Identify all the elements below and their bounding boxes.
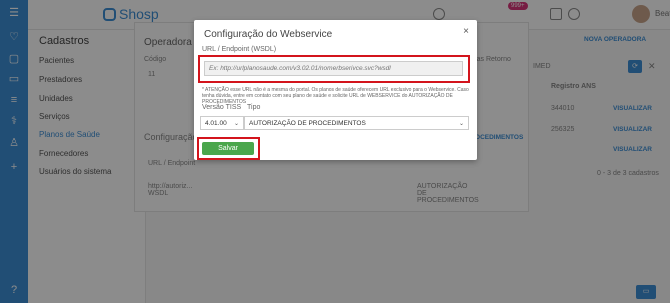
versao-tiss-value: 4.01.00 [205,120,227,127]
save-highlight-box: Salvar [197,137,260,160]
tipo-select[interactable]: AUTORIZAÇÃO DE PROCEDIMENTOS ⌄ [244,116,469,130]
versao-tiss-select[interactable]: 4.01.00 ⌄ [200,116,244,130]
chevron-down-icon: ⌄ [458,121,464,127]
versao-tiss-label: Versão TISS [202,104,242,111]
tipo-label: Tipo [247,104,261,111]
close-icon[interactable]: × [463,26,469,37]
url-highlight-box [198,55,470,83]
webservice-config-dialog: Configuração do Webservice × URL / Endpo… [194,20,477,160]
tipo-value: AUTORIZAÇÃO DE PROCEDIMENTOS [249,120,366,127]
url-warning-text: * ATENÇÃO esse URL não é a mesma do port… [202,87,469,105]
save-button[interactable]: Salvar [202,142,254,155]
url-label: URL / Endpoint (WSDL) [202,46,277,53]
url-input[interactable] [204,61,463,76]
chevron-down-icon: ⌄ [233,121,239,127]
dialog-title: Configuração do Webservice [204,29,333,40]
